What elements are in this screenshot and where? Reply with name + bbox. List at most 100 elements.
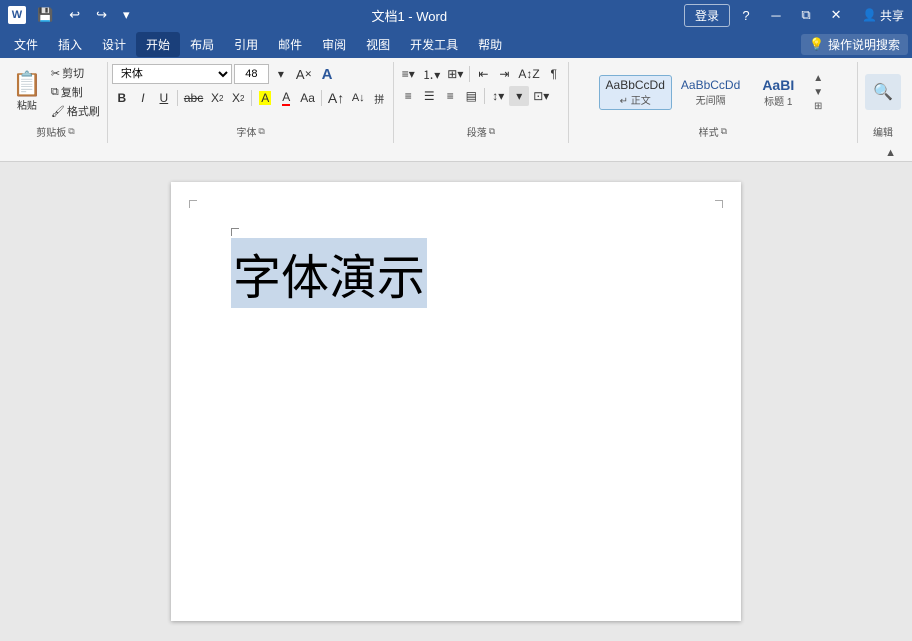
- underline-button[interactable]: U: [154, 88, 174, 108]
- clipboard-label: 剪贴板 ⧉: [8, 122, 103, 143]
- para-group: ≡▾ ⒈▾ ⊞▾ ⇤ ⇥ A↕Z ¶ ≡ ☰ ≡ ▤: [394, 62, 568, 143]
- para-list-row: ≡▾ ⒈▾ ⊞▾ ⇤ ⇥ A↕Z ¶: [398, 64, 563, 84]
- menu-help[interactable]: 帮助: [468, 32, 512, 57]
- app-icon: W: [8, 6, 26, 24]
- bullet-list-btn[interactable]: ≡▾: [398, 64, 418, 84]
- font-expand-icon[interactable]: ⧉: [258, 126, 264, 137]
- font-group: 宋体 ▾ A✕ A B I U abc X2 X2: [108, 62, 394, 143]
- align-center-btn[interactable]: ☰: [419, 86, 439, 106]
- undo-quick-button[interactable]: ↩: [64, 5, 85, 25]
- document-area[interactable]: 字体演示: [0, 162, 912, 641]
- page-content: 字体演示: [231, 222, 681, 308]
- close-button[interactable]: ✕: [822, 4, 850, 26]
- paste-button[interactable]: 📋 粘贴: [8, 71, 46, 114]
- align-right-btn[interactable]: ≡: [440, 86, 460, 106]
- menu-developer[interactable]: 开发工具: [400, 32, 468, 57]
- font-theme-btn[interactable]: Aa: [297, 88, 318, 108]
- style-more-button[interactable]: ⊞: [811, 100, 825, 113]
- separator2: [251, 90, 252, 106]
- para-expand-icon[interactable]: ⧉: [489, 126, 495, 137]
- superscript-button[interactable]: X2: [228, 88, 248, 108]
- menu-review[interactable]: 审阅: [312, 32, 356, 57]
- font-size-input[interactable]: [234, 64, 269, 84]
- strikethrough-button[interactable]: abc: [181, 88, 206, 108]
- font-name-select[interactable]: 宋体: [112, 64, 232, 84]
- cut-icon: ✂: [51, 67, 60, 80]
- line-spacing-btn[interactable]: ↕▾: [488, 86, 508, 106]
- cut-label: 剪切: [62, 65, 84, 81]
- lightbulb-icon: 💡: [809, 37, 824, 51]
- style-label: 样式 ⧉: [573, 122, 853, 143]
- phonetic-btn[interactable]: 拼: [369, 88, 389, 108]
- customize-quick-button[interactable]: ▾: [118, 5, 135, 25]
- login-button[interactable]: 登录: [684, 4, 730, 27]
- redo-quick-button[interactable]: ↪: [91, 5, 112, 25]
- clipboard-expand-icon[interactable]: ⧉: [68, 126, 74, 137]
- menu-design[interactable]: 设计: [92, 32, 136, 57]
- style-normal[interactable]: AaBbCcDd ↵ 正文: [599, 75, 672, 110]
- style-gallery: AaBbCcDd ↵ 正文 AaBbCcDd 无间隔 AaBI 标题 1: [599, 74, 808, 111]
- menu-search[interactable]: 💡 操作说明搜索: [801, 34, 908, 55]
- menu-file[interactable]: 文件: [4, 32, 48, 57]
- style-scroll-buttons: ▲ ▼ ⊞: [809, 70, 827, 115]
- separator1: [177, 90, 178, 106]
- font-label: 字体 ⧉: [112, 122, 389, 143]
- separator3: [321, 90, 322, 106]
- style-h1[interactable]: AaBI 标题 1: [749, 74, 807, 111]
- restore-button[interactable]: ⧉: [792, 4, 820, 26]
- minimize-button[interactable]: ─: [762, 4, 790, 26]
- multilevel-list-btn[interactable]: ⊞▾: [444, 64, 466, 84]
- cut-button[interactable]: ✂ 剪切: [48, 64, 103, 82]
- style-up-button[interactable]: ▲: [811, 72, 825, 85]
- align-left-btn[interactable]: ≡: [398, 86, 418, 106]
- paste-icon: 📋: [12, 73, 42, 97]
- search-hint: 操作说明搜索: [828, 36, 900, 53]
- style-nospace[interactable]: AaBbCcDd 无间隔: [674, 75, 747, 110]
- copy-button[interactable]: ⧉ 复制: [48, 83, 103, 101]
- increase-indent-btn[interactable]: ⇥: [494, 64, 514, 84]
- menu-mailings[interactable]: 邮件: [268, 32, 312, 57]
- decrease-font-btn[interactable]: A↓: [348, 88, 368, 108]
- style-h1-preview: AaBI: [756, 77, 800, 93]
- bold-button[interactable]: B: [112, 88, 132, 108]
- font-size-decrease-btn[interactable]: ▾: [271, 64, 291, 84]
- copy-icon: ⧉: [51, 86, 59, 99]
- style-down-button[interactable]: ▼: [811, 86, 825, 99]
- find-button[interactable]: 🔍: [865, 74, 901, 110]
- title-bar-right: 登录 ? ─ ⧉ ✕ 👤 共享: [684, 4, 904, 27]
- format-painter-button[interactable]: 🖌 格式刷: [48, 102, 103, 120]
- ribbon-content: 📋 粘贴 ✂ 剪切 ⧉ 复制 🖌: [4, 62, 908, 143]
- style-expand-icon[interactable]: ⧉: [721, 126, 727, 137]
- help-button[interactable]: ?: [732, 4, 760, 26]
- save-quick-button[interactable]: 💾: [32, 5, 58, 25]
- shading-btn[interactable]: ▾: [509, 86, 529, 106]
- align-justify-btn[interactable]: ▤: [461, 86, 481, 106]
- menu-insert[interactable]: 插入: [48, 32, 92, 57]
- font-clear-btn[interactable]: A✕: [293, 64, 315, 84]
- menu-home[interactable]: 开始: [136, 32, 180, 57]
- show-marks-btn[interactable]: ¶: [544, 64, 564, 84]
- sort-btn[interactable]: A↕Z: [515, 64, 542, 84]
- increase-font-btn[interactable]: A↑: [325, 88, 347, 108]
- number-list-btn[interactable]: ⒈▾: [419, 64, 443, 84]
- highlight-a: A: [259, 91, 271, 105]
- font-a-btn[interactable]: A: [317, 64, 337, 84]
- edit-group: 🔍 编辑: [858, 62, 908, 143]
- subscript-button[interactable]: X2: [207, 88, 227, 108]
- font-color-btn[interactable]: A: [276, 88, 296, 108]
- edit-label: 编辑: [862, 122, 904, 143]
- menu-references[interactable]: 引用: [224, 32, 268, 57]
- ribbon-bottom: ▲: [4, 143, 908, 161]
- italic-button[interactable]: I: [133, 88, 153, 108]
- menu-view[interactable]: 视图: [356, 32, 400, 57]
- style-normal-preview: AaBbCcDd: [606, 78, 665, 92]
- format-painter-icon: 🖌: [51, 105, 65, 118]
- menu-layout[interactable]: 布局: [180, 32, 224, 57]
- share-button[interactable]: 👤 共享: [862, 7, 904, 24]
- ribbon: 📋 粘贴 ✂ 剪切 ⧉ 复制 🖌: [0, 58, 912, 162]
- font-color-highlight-btn[interactable]: A: [255, 88, 275, 108]
- corner-mark-tr: [715, 200, 723, 208]
- decrease-indent-btn[interactable]: ⇤: [473, 64, 493, 84]
- border-btn[interactable]: ⊡▾: [530, 86, 552, 106]
- ribbon-collapse-button[interactable]: ▲: [881, 145, 900, 161]
